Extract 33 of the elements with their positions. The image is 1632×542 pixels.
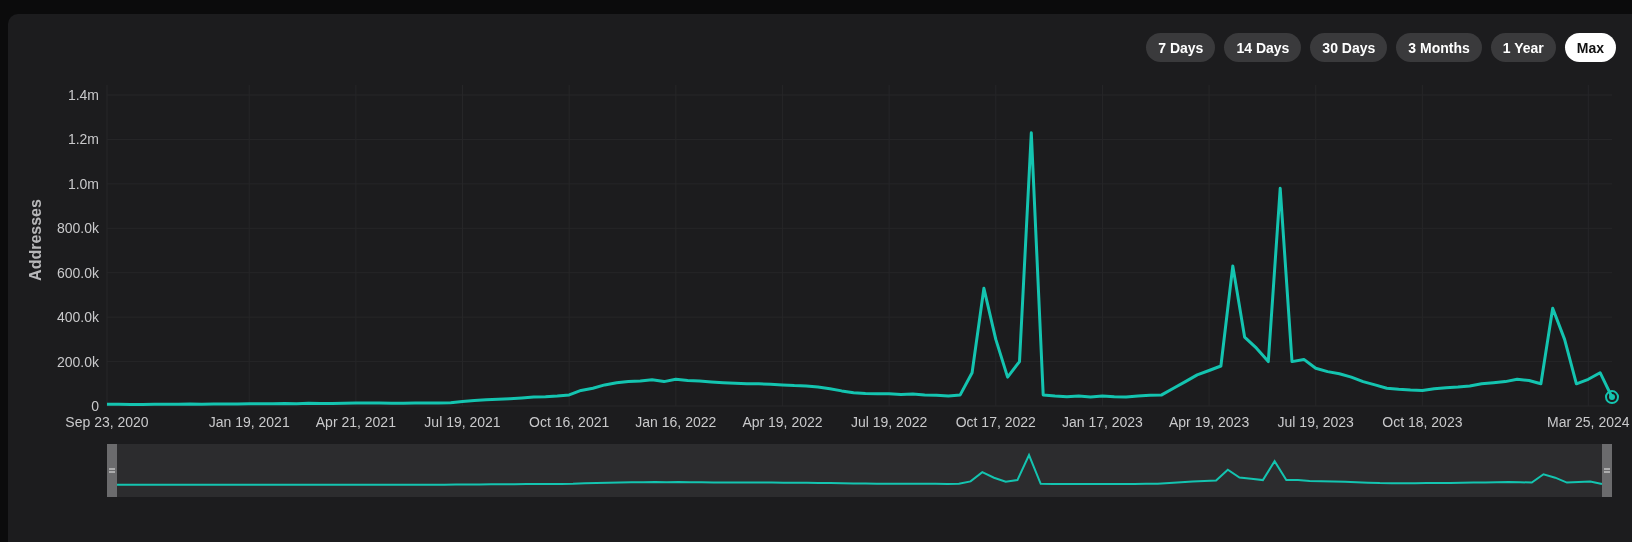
range-button[interactable]: 7 Days (1146, 33, 1216, 62)
range-button[interactable]: 14 Days (1224, 33, 1302, 62)
x-tick-label: Jul 19, 2021 (424, 414, 501, 430)
y-tick-label: 1.2m (67, 131, 99, 148)
range-button[interactable]: Max (1564, 33, 1616, 62)
y-tick-label: 0 (91, 398, 99, 414)
x-tick-label: Jan 16, 2022 (635, 414, 717, 430)
y-tick-label: 800.0k (56, 220, 99, 237)
navigator-handle[interactable] (1602, 444, 1612, 497)
y-tick-label: 600.0k (56, 264, 99, 281)
range-button[interactable]: 30 Days (1310, 33, 1388, 62)
x-tick-label: Apr 19, 2023 (1169, 414, 1250, 430)
y-tick-label: 400.0k (56, 309, 99, 326)
x-tick-label: Apr 19, 2022 (742, 414, 823, 430)
x-tick-label: Sep 23, 2020 (65, 414, 149, 430)
y-tick-label: 200.0k (56, 353, 99, 370)
range-button[interactable]: 1 Year (1490, 33, 1556, 62)
x-tick-label: Jul 19, 2023 (1277, 414, 1354, 430)
y-tick-label: 1.4m (67, 87, 99, 103)
x-tick-label: Oct 16, 2021 (529, 414, 610, 430)
y-axis-title: Addresses (27, 199, 44, 281)
y-tick-label: 1.0m (67, 175, 99, 192)
range-navigator[interactable] (107, 444, 1612, 497)
x-tick-label: Mar 25, 2024 (1547, 414, 1630, 430)
x-tick-label: Oct 18, 2023 (1382, 414, 1463, 430)
end-point-marker (1605, 390, 1619, 405)
x-tick-label: Jan 17, 2023 (1061, 414, 1143, 430)
x-tick-label: Apr 21, 2021 (315, 414, 396, 430)
x-tick-label: Jan 19, 2021 (208, 414, 290, 430)
x-tick-label: Jul 19, 2022 (851, 414, 928, 430)
range-button[interactable]: 3 Months (1396, 33, 1482, 62)
x-tick-label: Oct 17, 2022 (955, 414, 1036, 430)
navigator-handle[interactable] (107, 444, 117, 497)
